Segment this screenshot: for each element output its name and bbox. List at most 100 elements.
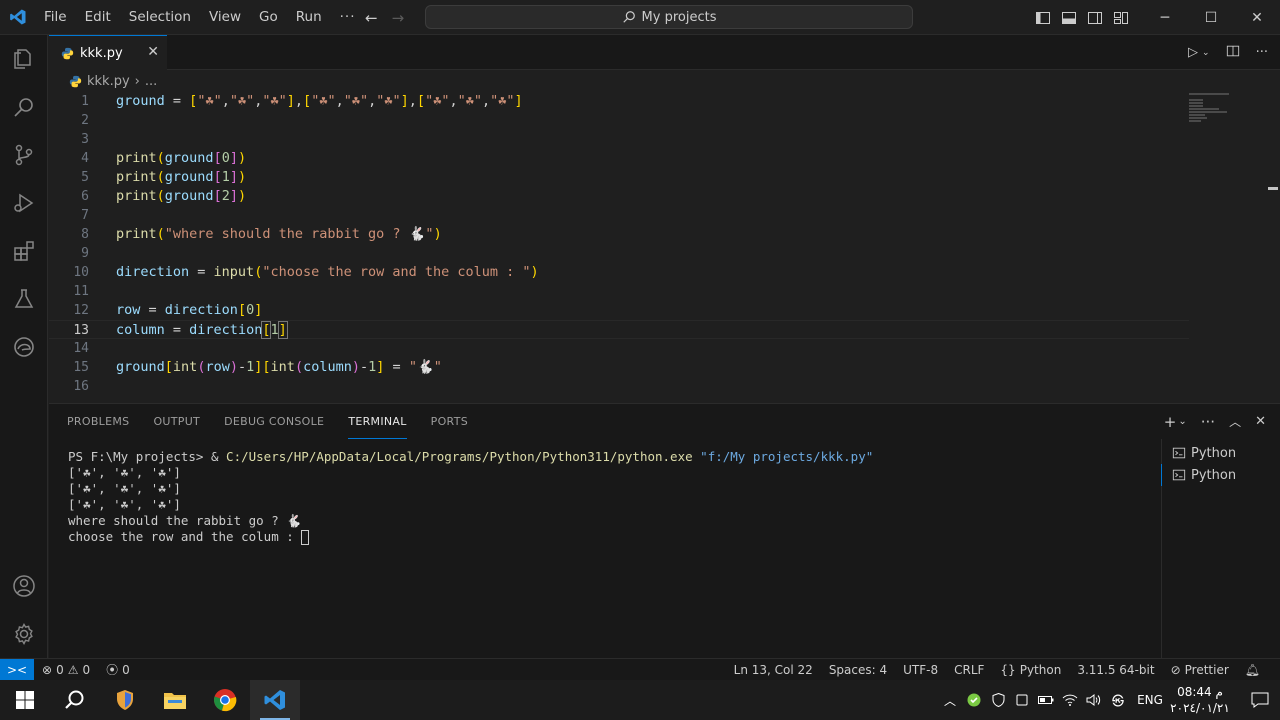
- source-control-icon[interactable]: [0, 131, 48, 179]
- tab-problems[interactable]: PROBLEMS: [67, 404, 129, 439]
- search-label: My projects: [641, 9, 717, 25]
- panel-tabs: PROBLEMS OUTPUT DEBUG CONSOLE TERMINAL P…: [49, 404, 468, 439]
- menu-file[interactable]: File: [35, 0, 76, 35]
- editor-tabs: kkk.py ✕ ▷ ⌄ ···: [49, 35, 1280, 70]
- split-editor-icon[interactable]: [1226, 44, 1240, 62]
- maximize-button[interactable]: ☐: [1188, 0, 1234, 35]
- tab-terminal[interactable]: TERMINAL: [348, 404, 407, 439]
- run-python-file-icon[interactable]: ▷: [1188, 45, 1198, 60]
- maximize-panel-chevron-icon[interactable]: ︿: [1229, 413, 1241, 430]
- tab-output[interactable]: OUTPUT: [153, 404, 200, 439]
- show-hidden-icons-chevron-icon[interactable]: ︿: [938, 692, 962, 709]
- ports-status[interactable]: ⦿ 0: [98, 661, 138, 678]
- extensions-icon[interactable]: [0, 227, 48, 275]
- tray-green-app-icon[interactable]: [962, 693, 986, 707]
- tab-kkk-py[interactable]: kkk.py ✕: [49, 35, 167, 70]
- clock[interactable]: 08:44 م ٢٠٢٤/٠١/٢١: [1170, 684, 1230, 716]
- minimize-button[interactable]: ─: [1142, 0, 1188, 35]
- toggle-panel-icon[interactable]: [1056, 0, 1082, 35]
- vscode-taskbar-icon[interactable]: [250, 680, 300, 720]
- menu-run[interactable]: Run: [287, 0, 331, 35]
- windows-taskbar: ︿ ㉿ ENG 08:44 م ٢٠٢٤/٠١/٢١: [0, 680, 1280, 720]
- command-center-search[interactable]: My projects: [425, 5, 913, 29]
- edge-browser-icon[interactable]: [0, 323, 48, 371]
- run-and-debug-icon[interactable]: [0, 179, 48, 227]
- tab-label: kkk.py: [80, 45, 123, 61]
- code-line: 14: [73, 341, 89, 356]
- menu-view[interactable]: View: [200, 0, 250, 35]
- wifi-icon[interactable]: [1058, 694, 1082, 706]
- encoding[interactable]: UTF-8: [895, 663, 946, 677]
- volume-icon[interactable]: [1082, 694, 1106, 706]
- run-dropdown-chevron-icon[interactable]: ⌄: [1202, 48, 1210, 58]
- windows-security-icon[interactable]: [986, 693, 1010, 707]
- terminal-output[interactable]: PS F:\My projects> & C:/Users/HP/AppData…: [68, 449, 1148, 639]
- menu-edit[interactable]: Edit: [76, 0, 120, 35]
- terminal-icon: [1172, 447, 1186, 459]
- language-mode[interactable]: {} Python: [992, 663, 1069, 677]
- tab-ports[interactable]: PORTS: [431, 404, 468, 439]
- windows-start-icon[interactable]: [0, 680, 50, 720]
- end-of-line[interactable]: CRLF: [946, 663, 992, 677]
- prettier-status[interactable]: ⊘ Prettier: [1163, 663, 1237, 677]
- forward-arrow-icon[interactable]: →: [392, 9, 405, 27]
- input-method-icon[interactable]: ㉿: [1106, 692, 1130, 709]
- terminal-list: Python Python: [1161, 439, 1280, 659]
- close-panel-icon[interactable]: ✕: [1255, 414, 1266, 429]
- minimap[interactable]: [1189, 92, 1269, 152]
- chrome-browser-icon[interactable]: [200, 680, 250, 720]
- menu-bar: File Edit Selection View Go Run ···: [35, 0, 365, 35]
- testing-flask-icon[interactable]: [0, 275, 48, 323]
- battery-icon[interactable]: [1034, 695, 1058, 705]
- vscode-logo-icon: [0, 0, 35, 35]
- panel-more-icon[interactable]: ···: [1201, 413, 1215, 431]
- cursor-position[interactable]: Ln 13, Col 22: [726, 663, 821, 677]
- settings-gear-icon[interactable]: [0, 610, 48, 658]
- code-editor[interactable]: 1 ground = ["☘","☘","☘"],["☘","☘","☘"],["…: [49, 92, 1189, 403]
- notifications-bell-icon[interactable]: 🔔︎: [1237, 663, 1268, 677]
- python-interpreter[interactable]: 3.11.5 64-bit: [1069, 663, 1162, 677]
- toggle-secondary-sidebar-icon[interactable]: [1082, 0, 1108, 35]
- more-actions-icon[interactable]: ···: [1256, 45, 1268, 60]
- notification-center-icon[interactable]: [1240, 692, 1280, 708]
- indentation[interactable]: Spaces: 4: [821, 663, 895, 677]
- terminal-dropdown-chevron-icon[interactable]: ⌄: [1178, 416, 1186, 427]
- python-file-icon: [61, 47, 74, 59]
- new-terminal-plus-icon[interactable]: +: [1164, 413, 1177, 431]
- code-line: 10 direction = input("choose the row and …: [73, 264, 539, 280]
- explorer-icon[interactable]: [0, 35, 48, 83]
- toggle-primary-sidebar-icon[interactable]: [1030, 0, 1056, 35]
- breadcrumb-file[interactable]: kkk.py: [87, 74, 130, 89]
- code-line: 6 print(ground[2]): [81, 188, 247, 204]
- language-indicator[interactable]: ENG: [1130, 693, 1170, 707]
- breadcrumb-more[interactable]: ...: [145, 74, 157, 89]
- accounts-icon[interactable]: [0, 562, 48, 610]
- terminal-output-line: where should the rabbit go ? 🐇: [68, 513, 302, 528]
- menu-selection[interactable]: Selection: [120, 0, 200, 35]
- code-line: 9: [81, 246, 89, 261]
- title-bar: File Edit Selection View Go Run ··· ← → …: [0, 0, 1280, 35]
- security-shield-app-icon[interactable]: [100, 680, 150, 720]
- remote-indicator-icon[interactable]: ><: [0, 658, 34, 681]
- terminal-instance[interactable]: Python: [1162, 442, 1280, 464]
- taskbar-search-icon[interactable]: [50, 680, 100, 720]
- braces-icon: {}: [1000, 663, 1016, 677]
- code-line: 15 ground[int(row)-1][int(column)-1] = "🐇…: [73, 359, 442, 375]
- back-arrow-icon[interactable]: ←: [365, 9, 378, 27]
- tab-close-icon[interactable]: ✕: [147, 44, 159, 60]
- system-tray: ︿ ㉿ ENG 08:44 م ٢٠٢٤/٠١/٢١: [938, 680, 1280, 720]
- code-line: 12 row = direction[0]: [73, 302, 263, 318]
- menu-go[interactable]: Go: [250, 0, 287, 35]
- problems-status[interactable]: ⊗ 0 ⚠ 0: [34, 663, 98, 677]
- code-line: 2: [81, 113, 89, 128]
- search-view-icon[interactable]: [0, 83, 48, 131]
- customize-layout-icon[interactable]: [1108, 0, 1134, 35]
- warning-icon: ⚠: [67, 662, 79, 677]
- tab-debug-console[interactable]: DEBUG CONSOLE: [224, 404, 324, 439]
- breadcrumb-separator: ›: [134, 73, 140, 89]
- menu-more[interactable]: ···: [331, 0, 365, 35]
- tray-device-icon[interactable]: [1010, 694, 1034, 706]
- file-explorer-folder-icon[interactable]: [150, 680, 200, 720]
- terminal-instance-active[interactable]: Python: [1161, 464, 1280, 486]
- close-window-button[interactable]: ✕: [1234, 0, 1280, 35]
